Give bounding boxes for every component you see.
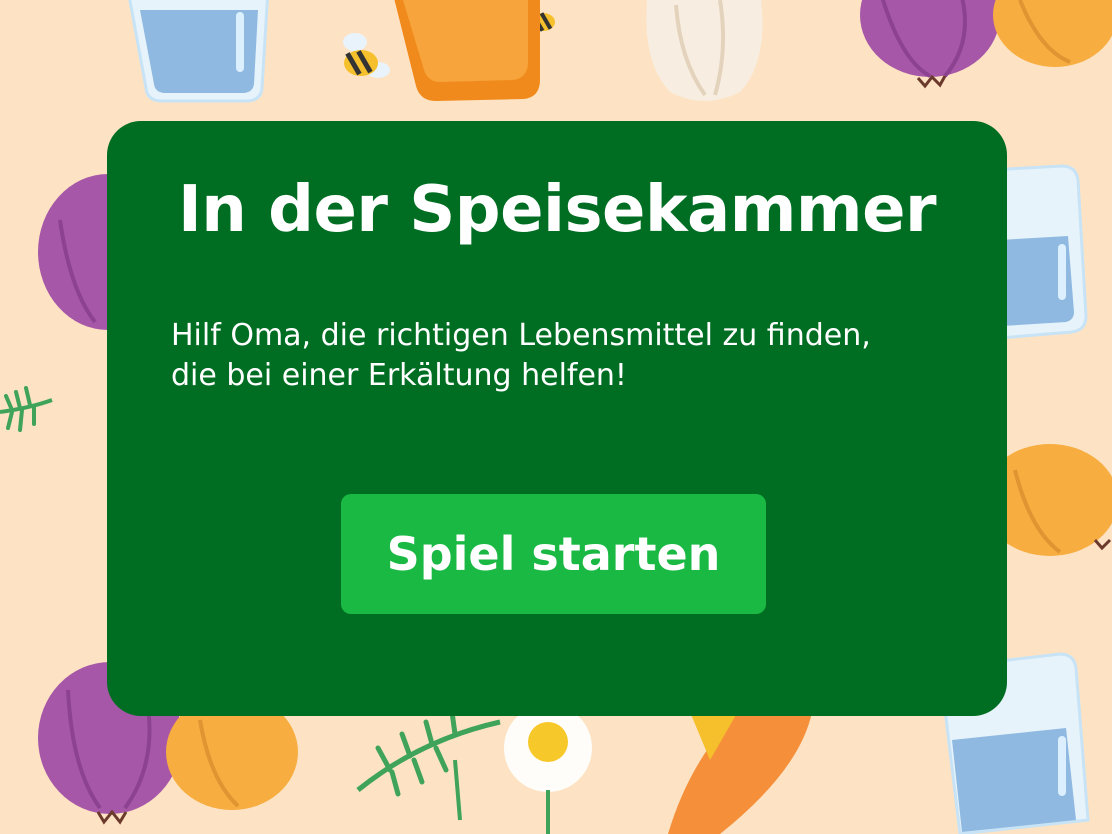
- game-description-line: die bei einer Erkältung helfen!: [171, 358, 627, 393]
- game-description: Hilf Oma, die richtigen Lebensmittel zu …: [171, 316, 971, 396]
- start-game-button[interactable]: Spiel starten: [341, 494, 766, 614]
- bee-icon: [343, 33, 390, 78]
- carrot-icon: [668, 708, 812, 834]
- herb-sprig-icon: [0, 386, 53, 432]
- game-title: In der Speisekammer: [177, 173, 937, 247]
- game-description-line: Hilf Oma, die richtigen Lebensmittel zu …: [171, 318, 871, 353]
- yellow-onion-icon: [993, 0, 1112, 67]
- red-onion-icon: [860, 0, 1000, 89]
- intro-dialog: In der Speisekammer Hilf Oma, die richti…: [107, 121, 1007, 716]
- water-glass-icon: [128, 0, 269, 103]
- garlic-icon: [646, 0, 763, 101]
- chamomile-flower-icon: [504, 704, 592, 834]
- herb-sprig-icon: [356, 709, 501, 821]
- honey-jar-icon: [394, 0, 540, 101]
